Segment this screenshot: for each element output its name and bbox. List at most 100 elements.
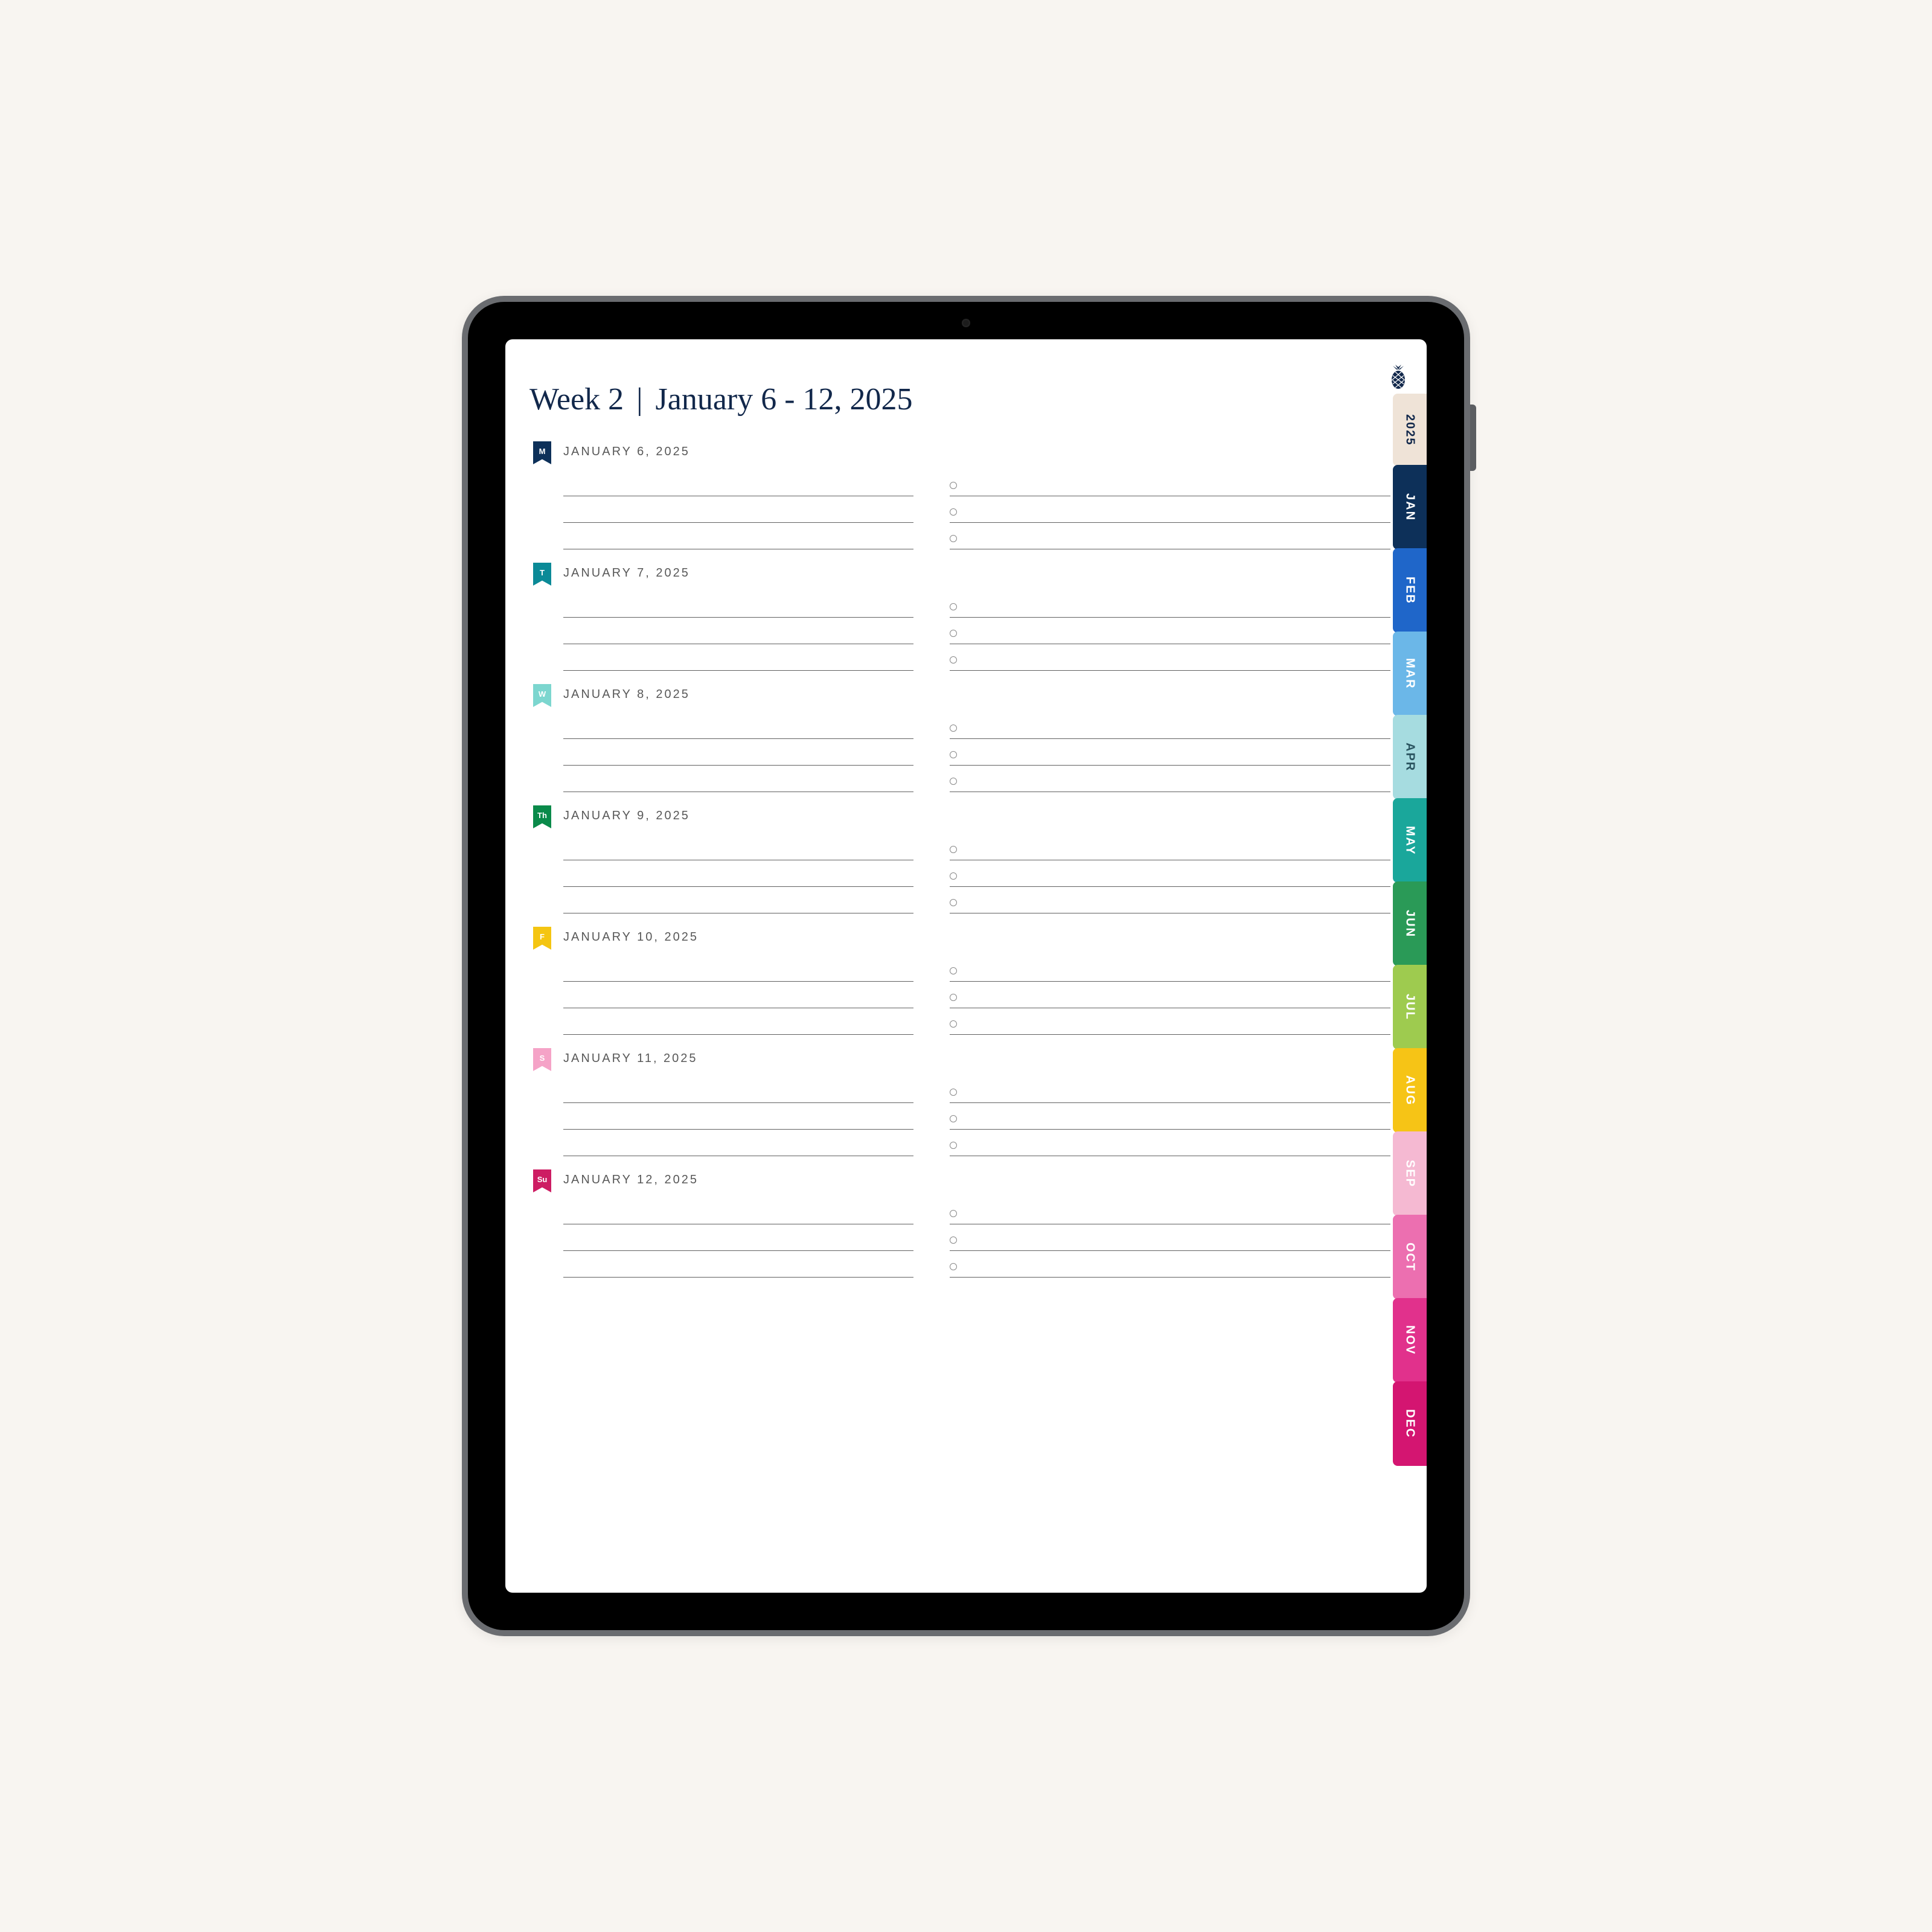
day-flag: Th xyxy=(533,805,551,828)
checkbox-circle-icon[interactable] xyxy=(950,872,957,880)
todo-line[interactable] xyxy=(950,739,1390,766)
note-line[interactable] xyxy=(563,887,913,913)
tab-month-may[interactable]: MAY xyxy=(1393,798,1427,883)
todo-column[interactable] xyxy=(950,1076,1390,1156)
todo-line[interactable] xyxy=(950,982,1390,1008)
note-line[interactable] xyxy=(563,591,913,618)
notes-column[interactable] xyxy=(563,712,913,792)
todo-line[interactable] xyxy=(950,1103,1390,1130)
tab-month-jul[interactable]: JUL xyxy=(1393,965,1427,1049)
note-line[interactable] xyxy=(563,1251,913,1278)
checkbox-circle-icon[interactable] xyxy=(950,1115,957,1122)
todo-line[interactable] xyxy=(950,1130,1390,1156)
checkbox-circle-icon[interactable] xyxy=(950,535,957,542)
day-row: ThJANUARY 9, 2025 xyxy=(529,805,1390,913)
tab-month-sep[interactable]: SEP xyxy=(1393,1131,1427,1216)
todo-line[interactable] xyxy=(950,1076,1390,1103)
tab-month-jun[interactable]: JUN xyxy=(1393,881,1427,966)
tab-year[interactable]: 2025 xyxy=(1393,394,1427,466)
todo-line[interactable] xyxy=(950,591,1390,618)
todo-column[interactable] xyxy=(950,1198,1390,1278)
note-line[interactable] xyxy=(563,1008,913,1035)
checkbox-circle-icon[interactable] xyxy=(950,630,957,637)
tab-month-oct[interactable]: OCT xyxy=(1393,1215,1427,1299)
checkbox-circle-icon[interactable] xyxy=(950,967,957,974)
checkbox-circle-icon[interactable] xyxy=(950,1263,957,1270)
day-columns xyxy=(563,1076,1390,1156)
day-flag: Su xyxy=(533,1169,551,1192)
tab-month-dec[interactable]: DEC xyxy=(1393,1381,1427,1466)
todo-line[interactable] xyxy=(950,1224,1390,1251)
todo-line[interactable] xyxy=(950,618,1390,644)
note-line[interactable] xyxy=(563,470,913,496)
todo-line[interactable] xyxy=(950,644,1390,671)
notes-column[interactable] xyxy=(563,591,913,671)
note-line[interactable] xyxy=(563,712,913,739)
note-line[interactable] xyxy=(563,860,913,887)
day-row: SJANUARY 11, 2025 xyxy=(529,1048,1390,1156)
todo-column[interactable] xyxy=(950,591,1390,671)
day-columns xyxy=(563,712,1390,792)
power-button[interactable] xyxy=(1470,405,1476,471)
todo-line[interactable] xyxy=(950,887,1390,913)
checkbox-circle-icon[interactable] xyxy=(950,482,957,489)
note-line[interactable] xyxy=(563,834,913,860)
note-line[interactable] xyxy=(563,955,913,982)
todo-line[interactable] xyxy=(950,766,1390,792)
note-line[interactable] xyxy=(563,766,913,792)
note-line[interactable] xyxy=(563,644,913,671)
note-line[interactable] xyxy=(563,1224,913,1251)
todo-column[interactable] xyxy=(950,955,1390,1035)
checkbox-circle-icon[interactable] xyxy=(950,778,957,785)
notes-column[interactable] xyxy=(563,955,913,1035)
todo-line[interactable] xyxy=(950,955,1390,982)
notes-column[interactable] xyxy=(563,1076,913,1156)
note-line[interactable] xyxy=(563,1076,913,1103)
tab-month-aug[interactable]: AUG xyxy=(1393,1048,1427,1133)
note-line[interactable] xyxy=(563,1103,913,1130)
day-flag-column: M xyxy=(529,441,563,464)
todo-column[interactable] xyxy=(950,712,1390,792)
todo-column[interactable] xyxy=(950,470,1390,549)
notes-column[interactable] xyxy=(563,834,913,913)
note-line[interactable] xyxy=(563,1198,913,1224)
tab-month-nov[interactable]: NOV xyxy=(1393,1298,1427,1383)
notes-column[interactable] xyxy=(563,470,913,549)
todo-line[interactable] xyxy=(950,712,1390,739)
todo-line[interactable] xyxy=(950,1008,1390,1035)
todo-line[interactable] xyxy=(950,523,1390,549)
notes-column[interactable] xyxy=(563,1198,913,1278)
checkbox-circle-icon[interactable] xyxy=(950,1142,957,1149)
checkbox-circle-icon[interactable] xyxy=(950,1210,957,1217)
note-line[interactable] xyxy=(563,496,913,523)
checkbox-circle-icon[interactable] xyxy=(950,1020,957,1028)
checkbox-circle-icon[interactable] xyxy=(950,1089,957,1096)
checkbox-circle-icon[interactable] xyxy=(950,1236,957,1244)
todo-line[interactable] xyxy=(950,1198,1390,1224)
checkbox-circle-icon[interactable] xyxy=(950,751,957,758)
note-line[interactable] xyxy=(563,982,913,1008)
checkbox-circle-icon[interactable] xyxy=(950,656,957,664)
tab-month-mar[interactable]: MAR xyxy=(1393,632,1427,716)
todo-line[interactable] xyxy=(950,834,1390,860)
checkbox-circle-icon[interactable] xyxy=(950,508,957,516)
note-line[interactable] xyxy=(563,1130,913,1156)
note-line[interactable] xyxy=(563,739,913,766)
day-content: JANUARY 7, 2025 xyxy=(563,563,1390,671)
day-flag: T xyxy=(533,563,551,586)
todo-line[interactable] xyxy=(950,470,1390,496)
checkbox-circle-icon[interactable] xyxy=(950,899,957,906)
todo-column[interactable] xyxy=(950,834,1390,913)
note-line[interactable] xyxy=(563,523,913,549)
checkbox-circle-icon[interactable] xyxy=(950,846,957,853)
checkbox-circle-icon[interactable] xyxy=(950,603,957,610)
checkbox-circle-icon[interactable] xyxy=(950,994,957,1001)
tab-month-jan[interactable]: JAN xyxy=(1393,465,1427,549)
todo-line[interactable] xyxy=(950,1251,1390,1278)
note-line[interactable] xyxy=(563,618,913,644)
tab-month-apr[interactable]: APR xyxy=(1393,715,1427,799)
todo-line[interactable] xyxy=(950,860,1390,887)
todo-line[interactable] xyxy=(950,496,1390,523)
checkbox-circle-icon[interactable] xyxy=(950,724,957,732)
tab-month-feb[interactable]: FEB xyxy=(1393,548,1427,633)
